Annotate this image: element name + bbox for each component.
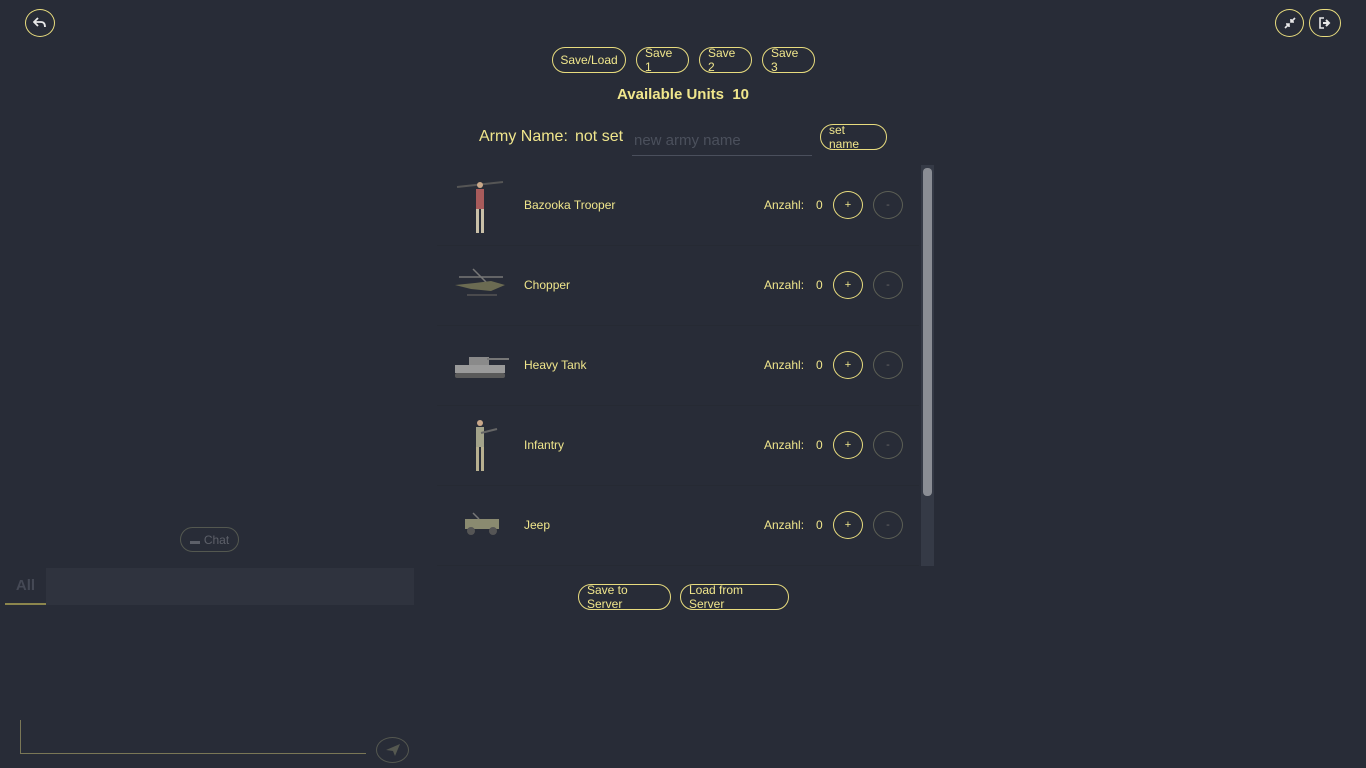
unit-name: Infantry <box>524 438 565 452</box>
count-label: Anzahl: <box>764 358 805 372</box>
unit-name: Heavy Tank <box>524 358 587 372</box>
infantry-image <box>476 420 498 471</box>
count-value: 0 <box>816 278 823 292</box>
unit-name: Bazooka Trooper <box>524 198 616 212</box>
chat-tabs: All <box>5 568 414 605</box>
unit-list[interactable]: Bazooka Trooper Anzahl: 0 + - Chopper An… <box>437 165 934 566</box>
count-label: Anzahl: <box>764 518 805 532</box>
count-value: 0 <box>816 438 823 452</box>
increment-button[interactable]: + <box>833 191 863 219</box>
back-button[interactable] <box>25 9 55 37</box>
load-from-server-button[interactable]: Load from Server <box>680 583 789 611</box>
chat-toggle-label: Chat <box>203 532 230 547</box>
scrollbar-thumb[interactable] <box>923 168 932 496</box>
minimize-icon <box>189 540 200 544</box>
unit-row-bazooka-trooper: Bazooka Trooper Anzahl: 0 + - <box>437 165 919 246</box>
decrement-button[interactable]: - <box>873 191 903 219</box>
send-icon <box>385 744 400 756</box>
available-units-heading: Available Units 10 <box>0 86 1366 103</box>
count-label: Anzahl: <box>764 438 805 452</box>
unit-row-heavy-tank: Heavy Tank Anzahl: 0 + - <box>437 325 919 406</box>
decrement-button[interactable]: - <box>873 511 903 539</box>
back-arrow-icon <box>33 17 46 28</box>
jeep-image <box>465 512 499 535</box>
count-label: Anzahl: <box>764 198 805 212</box>
set-name-button[interactable]: set name <box>820 123 887 151</box>
save-2-button[interactable]: Save 2 <box>699 46 752 74</box>
unit-name: Jeep <box>524 518 551 532</box>
chat-message-input[interactable] <box>20 720 366 754</box>
army-name-value: not set <box>575 128 624 145</box>
save-1-button[interactable]: Save 1 <box>636 46 689 74</box>
save-to-server-button[interactable]: Save to Server <box>578 583 671 611</box>
save-load-button[interactable]: Save/Load <box>552 47 626 73</box>
bazooka-trooper-image <box>456 181 504 233</box>
chat-tab-all[interactable]: All <box>5 568 46 605</box>
unit-row-jeep: Jeep Anzahl: 0 + - <box>437 485 919 566</box>
count-value: 0 <box>816 518 823 532</box>
available-units-label: Available Units <box>616 86 724 103</box>
available-units-count: 10 <box>732 86 749 103</box>
increment-button[interactable]: + <box>833 431 863 459</box>
decrement-button[interactable]: - <box>873 431 903 459</box>
save-3-button[interactable]: Save 3 <box>762 46 815 74</box>
increment-button[interactable]: + <box>833 351 863 379</box>
army-name-label: Army Name: <box>479 128 568 145</box>
chat-toggle-button[interactable]: Chat <box>180 527 239 552</box>
increment-button[interactable]: + <box>833 271 863 299</box>
count-value: 0 <box>816 198 823 212</box>
compress-icon <box>1283 17 1296 29</box>
unit-name: Chopper <box>524 278 571 292</box>
heavy-tank-image <box>455 357 509 378</box>
chopper-image <box>455 268 505 296</box>
unit-row-chopper: Chopper Anzahl: 0 + - <box>437 245 919 326</box>
army-name-input[interactable] <box>632 126 812 156</box>
increment-button[interactable]: + <box>833 511 863 539</box>
logout-button[interactable] <box>1309 9 1341 37</box>
count-label: Anzahl: <box>764 278 805 292</box>
count-value: 0 <box>816 358 823 372</box>
decrement-button[interactable]: - <box>873 351 903 379</box>
logout-icon <box>1319 17 1331 29</box>
compress-button[interactable] <box>1275 9 1304 37</box>
send-button[interactable] <box>376 737 409 763</box>
unit-row-infantry: Infantry Anzahl: 0 + - <box>437 405 919 486</box>
decrement-button[interactable]: - <box>873 271 903 299</box>
